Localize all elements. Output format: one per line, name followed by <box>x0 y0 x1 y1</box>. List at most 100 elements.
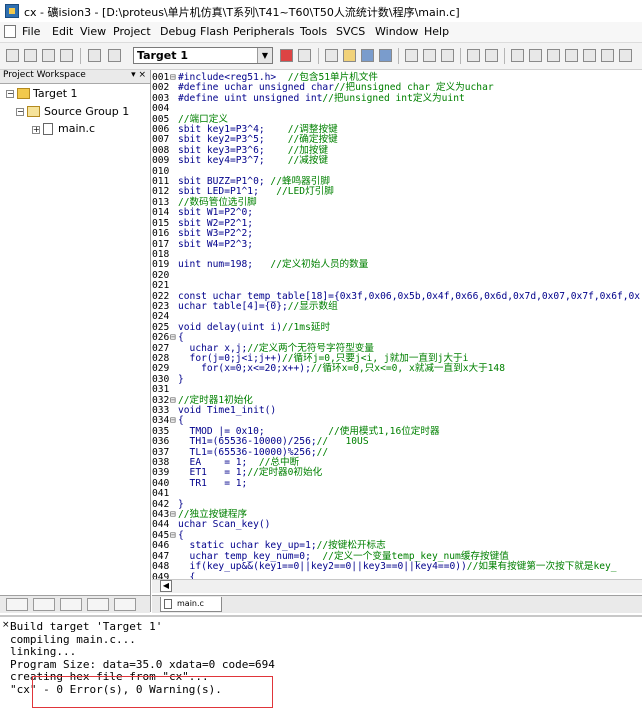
code-text: #define uint unsigned int <box>178 92 323 104</box>
undo-icon[interactable] <box>467 49 480 62</box>
menu-edit[interactable]: Edit <box>52 25 73 38</box>
code-line[interactable]: 017 sbit W4=P2^3; <box>152 239 640 250</box>
code-comment: //定义初始人员的数量 <box>270 259 369 271</box>
batch-build-icon[interactable] <box>60 49 73 62</box>
menu-svcs[interactable]: SVCS <box>336 25 365 38</box>
code-editor[interactable]: 001⊟ #include<reg51.h> //包含51单片机文件 002 #de… <box>152 70 642 583</box>
toolbar: Target 1 ▼ <box>0 43 642 70</box>
project-panel-tabs <box>0 595 150 613</box>
close-icon[interactable]: × <box>2 620 10 630</box>
close-icon[interactable]: ▾ × <box>131 70 146 80</box>
code-line[interactable]: 040 TR1 = 1; <box>152 478 640 489</box>
toolbar-separator <box>504 48 505 64</box>
menu-tools[interactable]: Tools <box>300 25 327 38</box>
copy-icon[interactable] <box>423 49 436 62</box>
code-line[interactable]: 044 uchar Scan_key() <box>152 520 640 531</box>
code-line[interactable]: 048 if(key_up&&(key1==0||key2==0||key3==… <box>152 561 640 573</box>
tree-item-target[interactable]: Target 1 <box>33 87 78 100</box>
prev-bookmark-icon[interactable] <box>565 49 578 62</box>
line-number: 021 <box>152 280 170 292</box>
open-file-icon[interactable] <box>343 49 356 62</box>
line-number: 048 <box>152 561 170 573</box>
horizontal-scrollbar[interactable]: ◀ <box>152 579 642 593</box>
unindent-icon[interactable] <box>529 49 542 62</box>
chevron-down-icon[interactable]: ▼ <box>257 48 272 63</box>
code-text: static uchar key_up=1; <box>178 540 317 552</box>
code-comment: //把unsigned char 定义为uchar <box>333 82 494 94</box>
fold-marker[interactable]: ⊟ <box>170 332 178 343</box>
code-text: sbit W2=P2^1; <box>178 217 254 229</box>
fold-marker[interactable] <box>170 229 178 239</box>
code-line[interactable]: 009 sbit key4=P3^7; //减按键 <box>152 155 640 167</box>
functions-tab-icon[interactable] <box>87 598 109 611</box>
code-line[interactable]: 019 uint num=198; //定义初始人员的数量 <box>152 259 640 271</box>
menu-window[interactable]: Window <box>375 25 418 38</box>
code-comment: //如果有按键第一次按下就是key_ <box>466 561 617 573</box>
code-comment: //端口定义 <box>178 113 228 125</box>
code-comment: //LED灯引脚 <box>276 186 334 198</box>
save-icon[interactable] <box>361 49 374 62</box>
menu-help[interactable]: Help <box>424 25 449 38</box>
code-line[interactable]: 023 uchar table[4]={0};//显示数组 <box>152 301 640 312</box>
collapse-toggle[interactable]: − <box>6 90 14 98</box>
code-text: for(x=0;x<=20;x++); <box>178 363 311 375</box>
code-line[interactable]: 030 } <box>152 374 640 385</box>
tab-main-c[interactable]: main.c <box>160 597 222 612</box>
scroll-left-icon[interactable]: ◀ <box>160 580 172 592</box>
tree-item-main-c[interactable]: main.c <box>58 122 95 135</box>
code-lines: 001⊟ #include<reg51.h> //包含51单片机文件 002 #de… <box>152 72 640 583</box>
target-options-icon[interactable] <box>280 49 293 62</box>
translate-icon[interactable] <box>6 49 19 62</box>
files-tab-icon[interactable] <box>6 598 28 611</box>
project-workspace-title: Project Workspace <box>3 70 86 80</box>
code-text: uint num=198; <box>178 259 271 271</box>
bookmark-icon[interactable] <box>547 49 560 62</box>
title-bar: cx - 礦ision3 - [D:\proteus\单片机仿真\T系列\T41… <box>0 0 642 23</box>
next-bookmark-icon[interactable] <box>583 49 596 62</box>
clear-bookmarks-icon[interactable] <box>601 49 614 62</box>
code-line[interactable]: 003 #define uint unsigned int//把unsigned… <box>152 92 640 104</box>
line-number: 026 <box>152 332 170 344</box>
cut-icon[interactable] <box>405 49 418 62</box>
save-all-icon[interactable] <box>379 49 392 62</box>
code-line[interactable]: 029 for(x=0;x<=20;x++);//循环x=0,只x<=0, x就… <box>152 363 640 375</box>
code-line[interactable]: 033 void Time1_init() <box>152 405 640 416</box>
tree-item-source-group[interactable]: Source Group 1 <box>44 105 129 118</box>
rebuild-icon[interactable] <box>42 49 55 62</box>
templates-tab-icon[interactable] <box>114 598 136 611</box>
download-icon[interactable] <box>108 49 121 62</box>
menu-file[interactable]: File <box>22 25 40 38</box>
code-line[interactable]: 025 void delay(uint i)//1ms延时 <box>152 322 640 333</box>
redo-icon[interactable] <box>485 49 498 62</box>
collapse-toggle[interactable]: − <box>16 108 24 116</box>
code-comment: //把unsigned int定义为uint <box>322 92 465 104</box>
fold-marker[interactable] <box>170 281 178 291</box>
manage-components-icon[interactable] <box>298 49 311 62</box>
code-text: if(key_up&&(key1==0||key2==0||key3==0||k… <box>178 561 467 573</box>
expand-toggle[interactable]: + <box>32 126 40 134</box>
fold-marker[interactable] <box>170 562 178 572</box>
code-text: #define uchar unsigned char <box>178 82 334 94</box>
indent-icon[interactable] <box>511 49 524 62</box>
code-text: sbit key4=P3^7; <box>178 155 288 167</box>
stop-build-icon[interactable] <box>88 49 101 62</box>
new-file-icon[interactable] <box>325 49 338 62</box>
menu-project[interactable]: Project <box>113 25 151 38</box>
menu-peripherals[interactable]: Peripherals <box>233 25 294 38</box>
build-icon[interactable] <box>24 49 37 62</box>
project-workspace: Project Workspace ▾ × − Target 1 − Sourc… <box>0 70 151 612</box>
code-comment: // <box>316 446 329 458</box>
menu-debug[interactable]: Debug <box>160 25 196 38</box>
books-tab-icon[interactable] <box>60 598 82 611</box>
code-text: { <box>178 415 184 427</box>
paste-icon[interactable] <box>441 49 454 62</box>
target-select[interactable]: Target 1 ▼ <box>133 47 273 64</box>
menu-view[interactable]: View <box>80 25 106 38</box>
code-text: } <box>178 498 184 510</box>
regs-tab-icon[interactable] <box>33 598 55 611</box>
code-line[interactable]: 020 <box>152 270 640 281</box>
code-line[interactable]: 041 <box>152 488 640 499</box>
menu-flash[interactable]: Flash <box>200 25 229 38</box>
code-text: TH1=(65536-10000)/256; <box>178 436 317 448</box>
find-icon[interactable] <box>619 49 632 62</box>
